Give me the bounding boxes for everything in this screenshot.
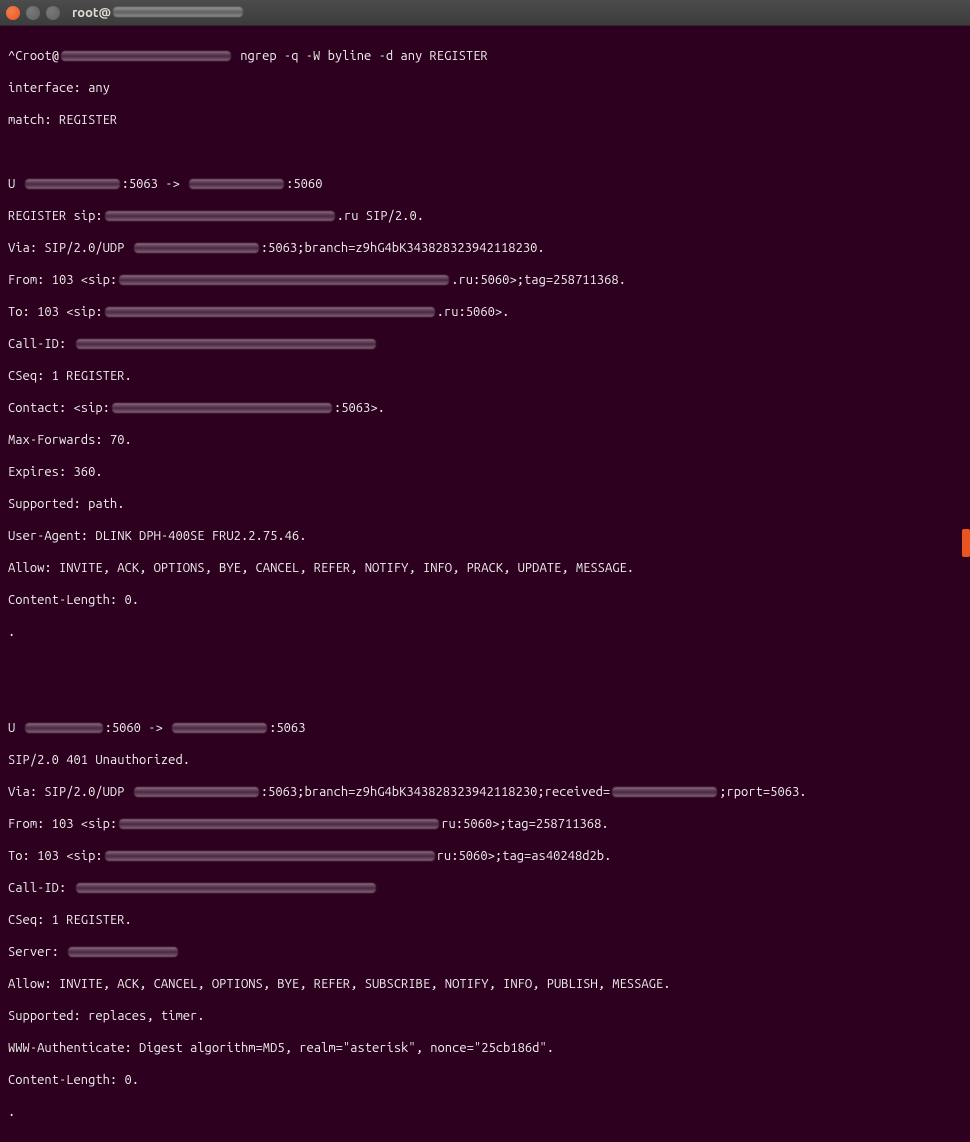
terminal-line: User-Agent: DLINK DPH-400SE FRU2.2.75.46… (8, 528, 962, 544)
terminal-line: Max-Forwards: 70. (8, 432, 962, 448)
terminal-line: Allow: INVITE, ACK, OPTIONS, BYE, CANCEL… (8, 560, 962, 576)
window-titlebar: root@ (0, 0, 970, 26)
terminal-line: Via: SIP/2.0/UDP :5063;branch=z9hG4bK343… (8, 784, 962, 800)
minimize-icon[interactable] (26, 6, 40, 20)
terminal-line: Via: SIP/2.0/UDP :5063;branch=z9hG4bK343… (8, 240, 962, 256)
terminal-line: Expires: 360. (8, 464, 962, 480)
terminal-line: From: 103 <sip:ru:5060>;tag=258711368. (8, 816, 962, 832)
terminal-line: CSeq: 1 REGISTER. (8, 912, 962, 928)
terminal-line: . (8, 624, 962, 640)
terminal-line: interface: any (8, 80, 962, 96)
terminal-line: Content-Length: 0. (8, 1072, 962, 1088)
terminal-line: Content-Length: 0. (8, 592, 962, 608)
terminal-line (8, 656, 962, 672)
terminal-line: SIP/2.0 401 Unauthorized. (8, 752, 962, 768)
terminal-line: To: 103 <sip:ru:5060>;tag=as40248d2b. (8, 848, 962, 864)
terminal-line: U :5063 -> :5060 (8, 176, 962, 192)
terminal-line: U :5060 -> :5063 (8, 720, 962, 736)
terminal-line: REGISTER sip:.ru SIP/2.0. (8, 208, 962, 224)
terminal-line: Supported: path. (8, 496, 962, 512)
terminal-line: From: 103 <sip:.ru:5060>;tag=258711368. (8, 272, 962, 288)
maximize-icon[interactable] (46, 6, 60, 20)
window-title: root@ (72, 6, 245, 20)
terminal-line: Call-ID: (8, 336, 962, 352)
terminal-line (8, 688, 962, 704)
terminal-line: ^Croot@ ngrep -q -W byline -d any REGIST… (8, 48, 962, 64)
terminal-line: Call-ID: (8, 880, 962, 896)
terminal-line: . (8, 1104, 962, 1120)
terminal-line: Supported: replaces, timer. (8, 1008, 962, 1024)
terminal-line (8, 144, 962, 160)
close-icon[interactable] (6, 6, 20, 20)
terminal-line: Contact: <sip::5063>. (8, 400, 962, 416)
terminal-line: match: REGISTER (8, 112, 962, 128)
terminal-line: To: 103 <sip:.ru:5060>. (8, 304, 962, 320)
terminal-line: CSeq: 1 REGISTER. (8, 368, 962, 384)
terminal-output[interactable]: ^Croot@ ngrep -q -W byline -d any REGIST… (0, 26, 970, 1142)
terminal-line: WWW-Authenticate: Digest algorithm=MD5, … (8, 1040, 962, 1056)
scrollbar-thumb[interactable] (962, 529, 970, 557)
terminal-line: Server: (8, 944, 962, 960)
terminal-line: Allow: INVITE, ACK, CANCEL, OPTIONS, BYE… (8, 976, 962, 992)
